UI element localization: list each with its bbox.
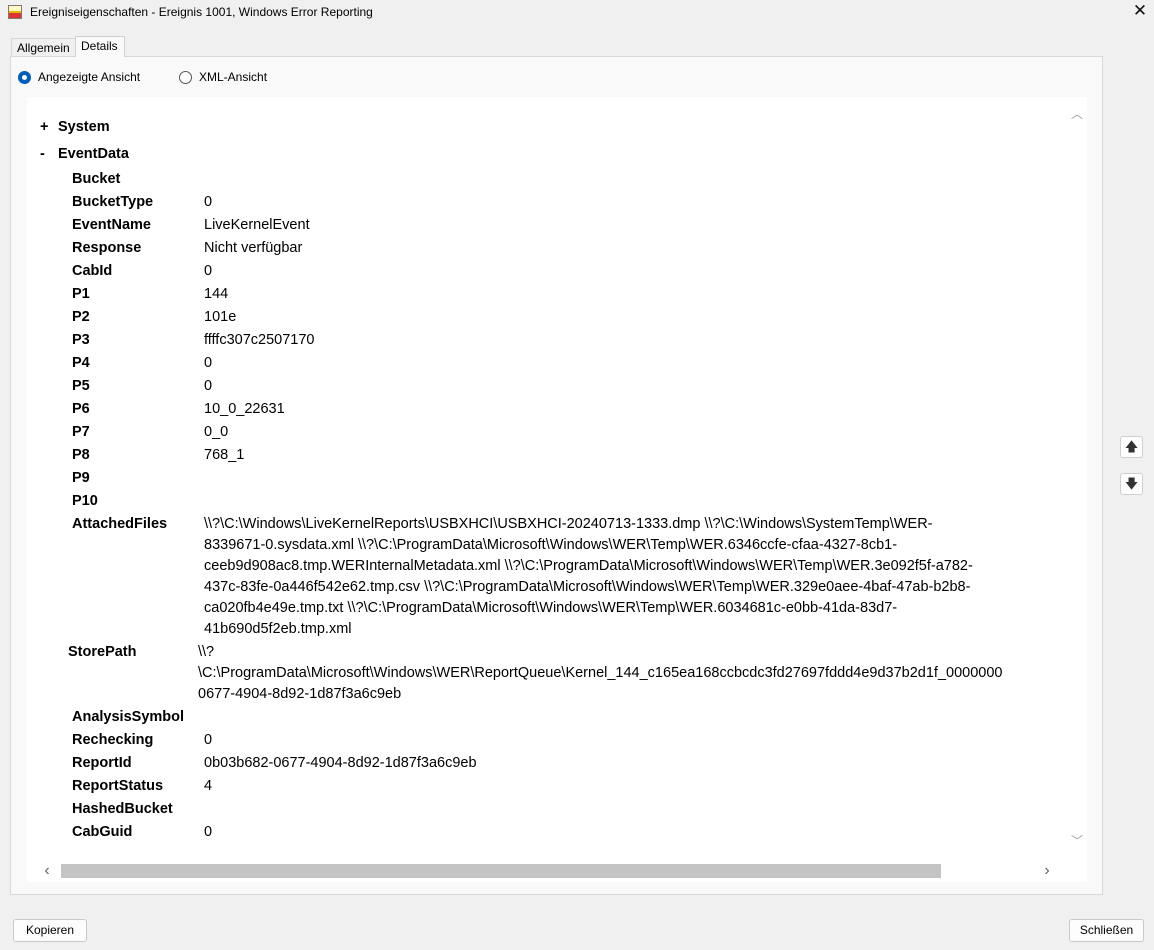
- field-key: Rechecking: [72, 732, 154, 748]
- radio-displayed-view[interactable]: Angezeigte Ansicht: [18, 69, 140, 85]
- field-key: P9: [72, 470, 90, 486]
- scroll-left-icon[interactable]: ‹: [40, 862, 54, 880]
- radio-checked-icon: [18, 70, 31, 84]
- field-value: ffffc307c2507170: [204, 332, 315, 348]
- radio-unchecked-icon: [179, 70, 192, 84]
- attached-files-line: 437c-83fe-0a446f542e62.tmp.csv \\?\C:\Pr…: [204, 579, 971, 595]
- field-value: 4: [204, 778, 213, 794]
- tree-node-system[interactable]: + System: [40, 116, 110, 139]
- field-key: AnalysisSymbol: [72, 709, 185, 725]
- store-path-value: \\? \C:\ProgramData\Microsoft\Windows\WE…: [198, 642, 1087, 705]
- tab-details[interactable]: Details: [75, 36, 125, 57]
- field-key: AttachedFiles: [72, 516, 168, 532]
- field-key: P6: [72, 401, 90, 417]
- attached-files-value: \\?\C:\Windows\LiveKernelReports\USBXHCI…: [204, 514, 1084, 640]
- field-key: P5: [72, 378, 90, 394]
- field-value: Nicht verfügbar: [204, 240, 303, 256]
- collapse-icon[interactable]: -: [40, 143, 58, 166]
- field-key: ReportStatus: [72, 778, 164, 794]
- tree-node-eventdata[interactable]: - EventData: [40, 143, 129, 166]
- field-key: P2: [72, 309, 90, 325]
- window-close-button[interactable]: ✕: [1128, 2, 1152, 22]
- field-key: CabGuid: [72, 824, 133, 840]
- radio-xml-view-label: XML-Ansicht: [199, 70, 268, 84]
- close-button[interactable]: Schließen: [1069, 919, 1144, 942]
- field-key: CabId: [72, 263, 113, 279]
- attached-files-line: ca020fb4e49e.tmp.txt \\?\C:\ProgramData\…: [204, 600, 898, 616]
- field-key: StorePath: [68, 644, 137, 660]
- field-value: 0: [204, 824, 213, 840]
- scroll-down-icon[interactable]: ﹀: [1070, 834, 1084, 848]
- tree-node-eventdata-label: EventData: [58, 146, 129, 162]
- arrow-up-icon: 🡅: [1124, 439, 1139, 454]
- attached-files-line: ceeb9d908ac8.tmp.WERInternalMetadata.xml…: [204, 558, 973, 574]
- field-key: EventName: [72, 217, 151, 233]
- field-key: Bucket: [72, 171, 121, 187]
- tab-allgemein[interactable]: Allgemein: [11, 38, 76, 57]
- field-value: 0_0: [204, 424, 229, 440]
- scroll-up-icon[interactable]: ︿: [1070, 107, 1084, 121]
- field-key: ReportId: [72, 755, 132, 771]
- event-viewer-icon: [8, 5, 22, 19]
- expand-icon[interactable]: +: [40, 116, 58, 139]
- vertical-scrollbar[interactable]: ︿ ﹀: [1070, 107, 1084, 849]
- event-details-viewer[interactable]: + System - EventData Bucket BucketType 0 Ev…: [27, 97, 1087, 882]
- field-value: 101e: [204, 309, 237, 325]
- copy-button[interactable]: Kopieren: [13, 919, 87, 942]
- field-key: Response: [72, 240, 142, 256]
- field-key: P4: [72, 355, 90, 371]
- store-path-line: 0677-4904-8d92-1d87f3a6c9eb: [198, 686, 402, 702]
- horizontal-scrollbar[interactable]: ‹ ›: [36, 862, 1062, 880]
- attached-files-line: 8339671-0.sysdata.xml \\?\C:\ProgramData…: [204, 537, 898, 553]
- field-key: P3: [72, 332, 90, 348]
- field-value: 10_0_22631: [204, 401, 285, 417]
- window-title: Ereigniseigenschaften - Ereignis 1001, W…: [30, 5, 373, 19]
- arrow-down-icon: 🡇: [1124, 476, 1139, 491]
- horizontal-scroll-thumb[interactable]: [61, 864, 941, 878]
- radio-xml-view[interactable]: XML-Ansicht: [179, 69, 267, 85]
- tree-node-system-label: System: [58, 119, 110, 135]
- previous-event-button[interactable]: 🡅: [1120, 436, 1143, 458]
- field-value: 0: [204, 378, 213, 394]
- field-key: P1: [72, 286, 90, 302]
- scroll-right-icon[interactable]: ›: [1040, 862, 1054, 880]
- field-value: 0: [204, 194, 213, 210]
- field-key: P7: [72, 424, 90, 440]
- attached-files-line: \\?\C:\Windows\LiveKernelReports\USBXHCI…: [204, 516, 933, 532]
- radio-displayed-view-label: Angezeigte Ansicht: [38, 70, 141, 84]
- field-value: 0: [204, 732, 213, 748]
- field-key: BucketType: [72, 194, 154, 210]
- field-key: HashedBucket: [72, 801, 173, 817]
- field-value: 144: [204, 286, 229, 302]
- next-event-button[interactable]: 🡇: [1120, 473, 1143, 495]
- field-value: 768_1: [204, 447, 245, 463]
- title-bar: Ereigniseigenschaften - Ereignis 1001, W…: [0, 0, 1154, 26]
- field-key: P10: [72, 493, 98, 509]
- store-path-line: \\?: [198, 644, 215, 660]
- field-value: 0: [204, 263, 213, 279]
- store-path-line: \C:\ProgramData\Microsoft\Windows\WER\Re…: [198, 665, 1003, 681]
- field-value: 0: [204, 355, 213, 371]
- field-key: P8: [72, 447, 90, 463]
- attached-files-line: 41b690d5f2eb.tmp.xml: [204, 621, 352, 637]
- field-value: LiveKernelEvent: [204, 217, 310, 233]
- field-value: 0b03b682-0677-4904-8d92-1d87f3a6c9eb: [204, 755, 477, 771]
